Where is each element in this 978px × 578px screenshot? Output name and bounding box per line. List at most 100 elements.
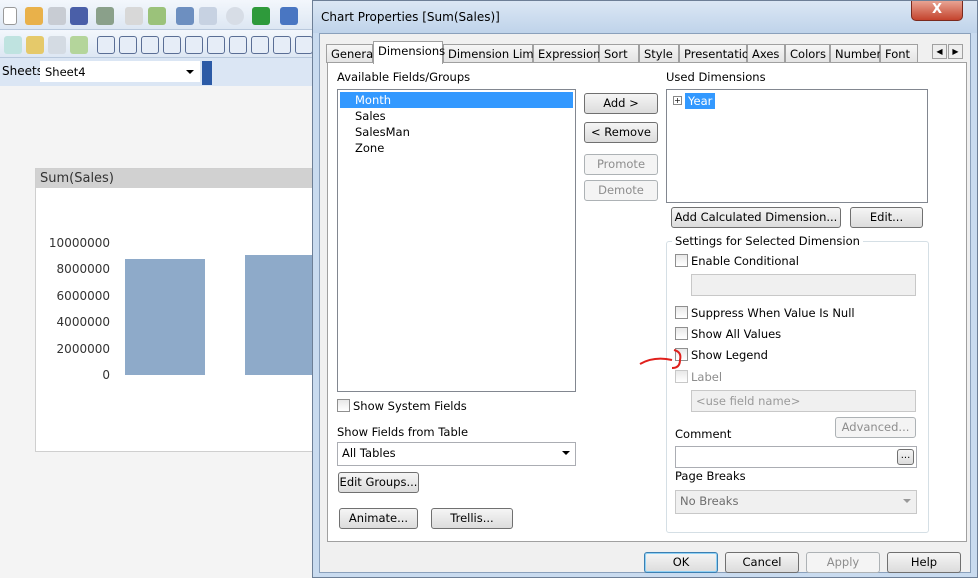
- enable-conditional-label: Enable Conditional: [691, 254, 799, 268]
- tab-sort[interactable]: Sort: [599, 44, 639, 63]
- tab-colors[interactable]: Colors: [785, 44, 830, 63]
- apply-button[interactable]: Apply: [806, 552, 880, 573]
- ok-button[interactable]: OK: [644, 552, 718, 573]
- trellis-button[interactable]: Trellis...: [431, 508, 513, 529]
- tab-scroll-right-button[interactable]: ▶: [948, 44, 963, 59]
- label-placeholder: <use field name>: [696, 394, 801, 408]
- comment-label: Comment: [675, 427, 732, 441]
- toolbar-options-button[interactable]: [202, 61, 212, 85]
- label-input[interactable]: <use field name>: [691, 390, 916, 412]
- used-dimensions-label: Used Dimensions: [666, 70, 766, 84]
- show-all-values-checkbox[interactable]: [675, 327, 688, 340]
- add-calculated-dimension-button[interactable]: Add Calculated Dimension...: [671, 207, 841, 228]
- y-tick-label: 4000000: [56, 315, 110, 330]
- new-icon[interactable]: [3, 7, 17, 25]
- chart-plot: 10000000 8000000 6000000 4000000 2000000 0: [36, 188, 325, 448]
- page-breaks-value: No Breaks: [680, 494, 739, 508]
- show-system-fields-label: Show System Fields: [353, 399, 467, 413]
- dialog-title: Chart Properties [Sum(Sales)]: [321, 10, 500, 24]
- redo-icon[interactable]: [199, 7, 217, 25]
- sheet-value: Sheet4: [45, 65, 86, 79]
- tab-expressions[interactable]: Expressions: [533, 44, 606, 63]
- tab-dimension-limits[interactable]: Dimension Limits: [443, 44, 547, 63]
- statistics-box-icon[interactable]: [119, 36, 137, 54]
- label-label: Label: [691, 370, 723, 384]
- table-box-icon[interactable]: [141, 36, 159, 54]
- line-arrow-icon[interactable]: [295, 36, 313, 54]
- show-legend-label: Show Legend: [691, 348, 768, 362]
- y-tick-label: 6000000: [56, 288, 110, 303]
- save-icon[interactable]: [70, 7, 88, 25]
- edit-groups-button[interactable]: Edit Groups...: [338, 472, 419, 493]
- chart-properties-dialog: Chart Properties [Sum(Sales)] X General D…: [312, 0, 978, 578]
- chevron-down-icon: [903, 499, 911, 503]
- available-fields-list[interactable]: Month Sales SalesMan Zone: [337, 89, 576, 392]
- page-breaks-select[interactable]: No Breaks: [675, 490, 917, 514]
- properties-icon[interactable]: [70, 36, 88, 54]
- current-selections-icon[interactable]: [229, 36, 247, 54]
- reload-icon[interactable]: [48, 7, 66, 25]
- design-toolbar: [0, 30, 313, 58]
- edit-button[interactable]: Edit...: [850, 207, 923, 228]
- button-object-icon[interactable]: [251, 36, 269, 54]
- chart-title[interactable]: Sum(Sales): [36, 169, 316, 188]
- tab-general[interactable]: General: [326, 44, 376, 63]
- demote-button[interactable]: Demote: [584, 180, 658, 201]
- suppress-null-checkbox[interactable]: [675, 306, 688, 319]
- tab-axes[interactable]: Axes: [747, 44, 785, 63]
- tab-number[interactable]: Number: [830, 44, 881, 63]
- expand-icon[interactable]: +: [673, 96, 682, 105]
- list-item[interactable]: + Year: [670, 93, 924, 109]
- list-item[interactable]: SalesMan: [340, 124, 573, 140]
- promote-button[interactable]: Promote: [584, 154, 658, 175]
- tab-font[interactable]: Font: [880, 44, 918, 63]
- list-item[interactable]: Month: [340, 92, 573, 108]
- enable-conditional-checkbox[interactable]: [675, 254, 688, 267]
- chart-icon[interactable]: [185, 36, 203, 54]
- input-box-icon[interactable]: [207, 36, 225, 54]
- close-button[interactable]: X: [911, 1, 963, 21]
- add-button[interactable]: Add >: [584, 93, 658, 114]
- chart-object[interactable]: Sum(Sales) 10000000 8000000 6000000 4000000…: [35, 168, 325, 452]
- text-object-icon[interactable]: [273, 36, 291, 54]
- new-sheet-icon[interactable]: [4, 36, 22, 54]
- chart-wizard-icon[interactable]: [280, 7, 298, 25]
- tab-dimensions[interactable]: Dimensions: [373, 41, 445, 64]
- red-annotation-mark: [639, 349, 682, 369]
- edit-script-icon[interactable]: [125, 7, 143, 25]
- print-icon[interactable]: [96, 7, 114, 25]
- checkbox-icon[interactable]: [252, 7, 270, 25]
- animate-button[interactable]: Animate...: [339, 508, 418, 529]
- tab-style[interactable]: Style: [639, 44, 679, 63]
- comment-ellipsis-button[interactable]: ...: [897, 449, 914, 465]
- remove-button[interactable]: < Remove: [584, 122, 658, 143]
- promote-sheet-icon[interactable]: [26, 36, 44, 54]
- demote-sheet-icon[interactable]: [48, 36, 66, 54]
- search-icon[interactable]: [226, 7, 244, 25]
- available-fields-label: Available Fields/Groups: [337, 70, 471, 84]
- open-icon[interactable]: [25, 7, 43, 25]
- dialog-client: General Dimensions Dimension Limits Express…: [319, 33, 971, 573]
- standard-toolbar: [0, 0, 312, 30]
- conditional-input[interactable]: [691, 274, 916, 296]
- used-dimensions-list[interactable]: + Year: [666, 89, 928, 203]
- reload-data-icon[interactable]: [148, 7, 166, 25]
- sheet-select[interactable]: Sheet4: [40, 61, 200, 82]
- list-item[interactable]: Sales: [340, 108, 573, 124]
- bar[interactable]: [125, 258, 205, 375]
- help-button[interactable]: Help: [887, 552, 961, 573]
- advanced-button[interactable]: Advanced...: [835, 417, 916, 438]
- tab-scroll-left-button[interactable]: ◀: [932, 44, 947, 59]
- chevron-down-icon: [562, 451, 570, 455]
- undo-icon[interactable]: [176, 7, 194, 25]
- multibox-icon[interactable]: [163, 36, 181, 54]
- show-system-fields-checkbox[interactable]: [337, 399, 350, 412]
- comment-input[interactable]: [675, 446, 917, 468]
- list-item[interactable]: Zone: [340, 140, 573, 156]
- page-breaks-label: Page Breaks: [675, 469, 746, 483]
- listbox-icon[interactable]: [97, 36, 115, 54]
- tab-presentation[interactable]: Presentation: [679, 44, 756, 63]
- table-select[interactable]: All Tables: [337, 442, 576, 466]
- show-all-values-label: Show All Values: [691, 327, 782, 341]
- cancel-button[interactable]: Cancel: [725, 552, 799, 573]
